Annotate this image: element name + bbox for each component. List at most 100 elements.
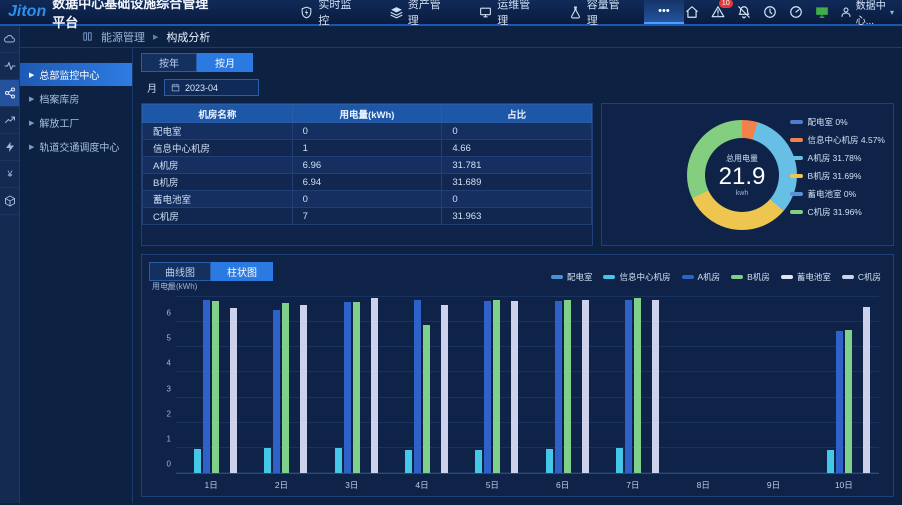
tree-item[interactable]: ▶总部监控中心 <box>20 63 132 86</box>
bar[interactable] <box>493 300 500 473</box>
table-row[interactable]: C机房731.963 <box>143 208 592 225</box>
donut-legend-item[interactable]: A机房 31.78% <box>790 152 885 164</box>
bar[interactable] <box>827 450 834 473</box>
bar[interactable] <box>625 300 632 473</box>
bar[interactable] <box>273 310 280 473</box>
bar[interactable] <box>371 298 378 473</box>
bar[interactable] <box>344 302 351 473</box>
bar-legend-item[interactable]: 信息中心机房 <box>603 271 670 283</box>
breadcrumb-current: 构成分析 <box>166 29 210 45</box>
nav-item[interactable]: 资产管理 <box>376 0 457 24</box>
rail-item-cost-yen[interactable]: ¥ <box>0 161 19 188</box>
x-axis-tick: 5日 <box>466 476 518 490</box>
donut-legend-item[interactable]: 信息中心机房 4.57% <box>790 134 885 146</box>
bar-group <box>748 297 800 473</box>
gauge-icon[interactable] <box>788 4 804 20</box>
bar[interactable] <box>264 448 271 473</box>
bar-legend-item[interactable]: A机房 <box>682 271 721 283</box>
bar[interactable] <box>511 301 518 473</box>
bar-legend-item[interactable]: 蓄电池室 <box>781 271 831 283</box>
table-cell: 1 <box>292 140 442 157</box>
table-row[interactable]: 蓄电池室00 <box>143 191 592 208</box>
bar[interactable] <box>203 300 210 473</box>
icon-rail: ¥ <box>0 26 20 503</box>
nav-item[interactable]: ••• <box>644 0 684 24</box>
rail-item-dashboard-cloud[interactable] <box>0 26 19 53</box>
donut-legend-item[interactable]: C机房 31.96% <box>790 206 885 218</box>
bar[interactable] <box>300 305 307 473</box>
bar-legend-item[interactable]: B机房 <box>731 271 770 283</box>
home-icon[interactable] <box>684 4 700 20</box>
rail-item-bolt[interactable] <box>0 134 19 161</box>
chart-type-tab[interactable]: 曲线图 <box>149 262 211 281</box>
bar[interactable] <box>475 450 482 473</box>
month-value: 2023-04 <box>185 83 218 93</box>
bar[interactable] <box>845 330 852 473</box>
bar[interactable] <box>230 308 237 473</box>
table-cell: 配电室 <box>143 123 293 140</box>
nav-item[interactable]: 运维管理 <box>465 0 546 24</box>
bar[interactable] <box>282 303 289 473</box>
bar[interactable] <box>423 325 430 473</box>
table-row[interactable]: A机房6.9631.781 <box>143 157 592 174</box>
svg-text:¥: ¥ <box>6 169 13 179</box>
donut-legend-item[interactable]: 配电室 0% <box>790 116 885 128</box>
bar[interactable] <box>616 448 623 473</box>
period-tab[interactable]: 按年 <box>141 53 197 72</box>
bar[interactable] <box>582 300 589 473</box>
bar-legend-item[interactable]: 配电室 <box>551 271 593 283</box>
bar[interactable] <box>546 449 553 473</box>
x-axis-tick: 2日 <box>255 476 307 490</box>
device-cube-icon <box>4 195 16 207</box>
donut-legend-item[interactable]: 蓄电池室 0% <box>790 188 885 200</box>
legend-swatch <box>603 275 615 279</box>
nav-item[interactable]: 容量管理 <box>555 0 636 24</box>
rail-item-monitor-pulse[interactable] <box>0 53 19 80</box>
bar[interactable] <box>652 300 659 473</box>
panel-toggle-icon[interactable] <box>82 31 93 42</box>
bell-off-icon[interactable] <box>736 4 752 20</box>
monitor-icon <box>479 6 492 19</box>
bar[interactable] <box>836 331 843 473</box>
tree-item[interactable]: ▶轨道交通调度中心 <box>20 135 132 158</box>
bar[interactable] <box>564 300 571 473</box>
rail-item-device-cube[interactable] <box>0 188 19 215</box>
rail-item-energy-nodes[interactable] <box>0 80 19 107</box>
user-icon <box>840 6 852 18</box>
user-name: 数据中心... <box>856 0 886 27</box>
history-icon[interactable] <box>762 4 778 20</box>
nav-item[interactable]: 实时监控 <box>286 0 367 24</box>
chart-type-tab[interactable]: 柱状图 <box>211 262 273 281</box>
month-picker[interactable]: 2023-04 <box>164 79 259 96</box>
bar-legend-item[interactable]: C机房 <box>842 271 881 283</box>
tree-item[interactable]: ▶解放工厂 <box>20 111 132 134</box>
bar[interactable] <box>634 298 641 473</box>
bar[interactable] <box>484 301 491 473</box>
bar[interactable] <box>441 305 448 473</box>
layers-icon <box>390 6 403 19</box>
bar[interactable] <box>335 448 342 473</box>
app-window: Jiton 数据中心基础设施综合管理平台 实时监控资产管理运维管理容量管理•••… <box>0 0 902 505</box>
bar[interactable] <box>414 300 421 473</box>
bar[interactable] <box>863 307 870 473</box>
tree-expand-icon: ▶ <box>29 143 34 151</box>
table-row[interactable]: 信息中心机房14.66 <box>143 140 592 157</box>
table-row[interactable]: B机房6.9431.689 <box>143 174 592 191</box>
rail-item-trend[interactable] <box>0 107 19 134</box>
table-row[interactable]: 配电室00 <box>143 123 592 140</box>
user-menu[interactable]: 数据中心... ▾ <box>840 0 894 27</box>
bar[interactable] <box>212 301 219 473</box>
shield-bolt-icon <box>300 6 313 19</box>
breadcrumb-parent[interactable]: 能源管理 <box>101 29 145 45</box>
bar[interactable] <box>353 302 360 473</box>
alarm-triangle-icon[interactable]: 10 <box>710 4 726 20</box>
bar[interactable] <box>194 449 201 473</box>
x-axis-tick: 6日 <box>537 476 589 490</box>
tree-item[interactable]: ▶档案库房 <box>20 87 132 110</box>
bar[interactable] <box>405 450 412 473</box>
bar[interactable] <box>555 301 562 473</box>
top-nav: 实时监控资产管理运维管理容量管理 ••• <box>286 0 683 24</box>
period-tab[interactable]: 按月 <box>197 53 253 72</box>
donut-legend-item[interactable]: B机房 31.69% <box>790 170 885 182</box>
screen-icon[interactable] <box>814 4 830 20</box>
